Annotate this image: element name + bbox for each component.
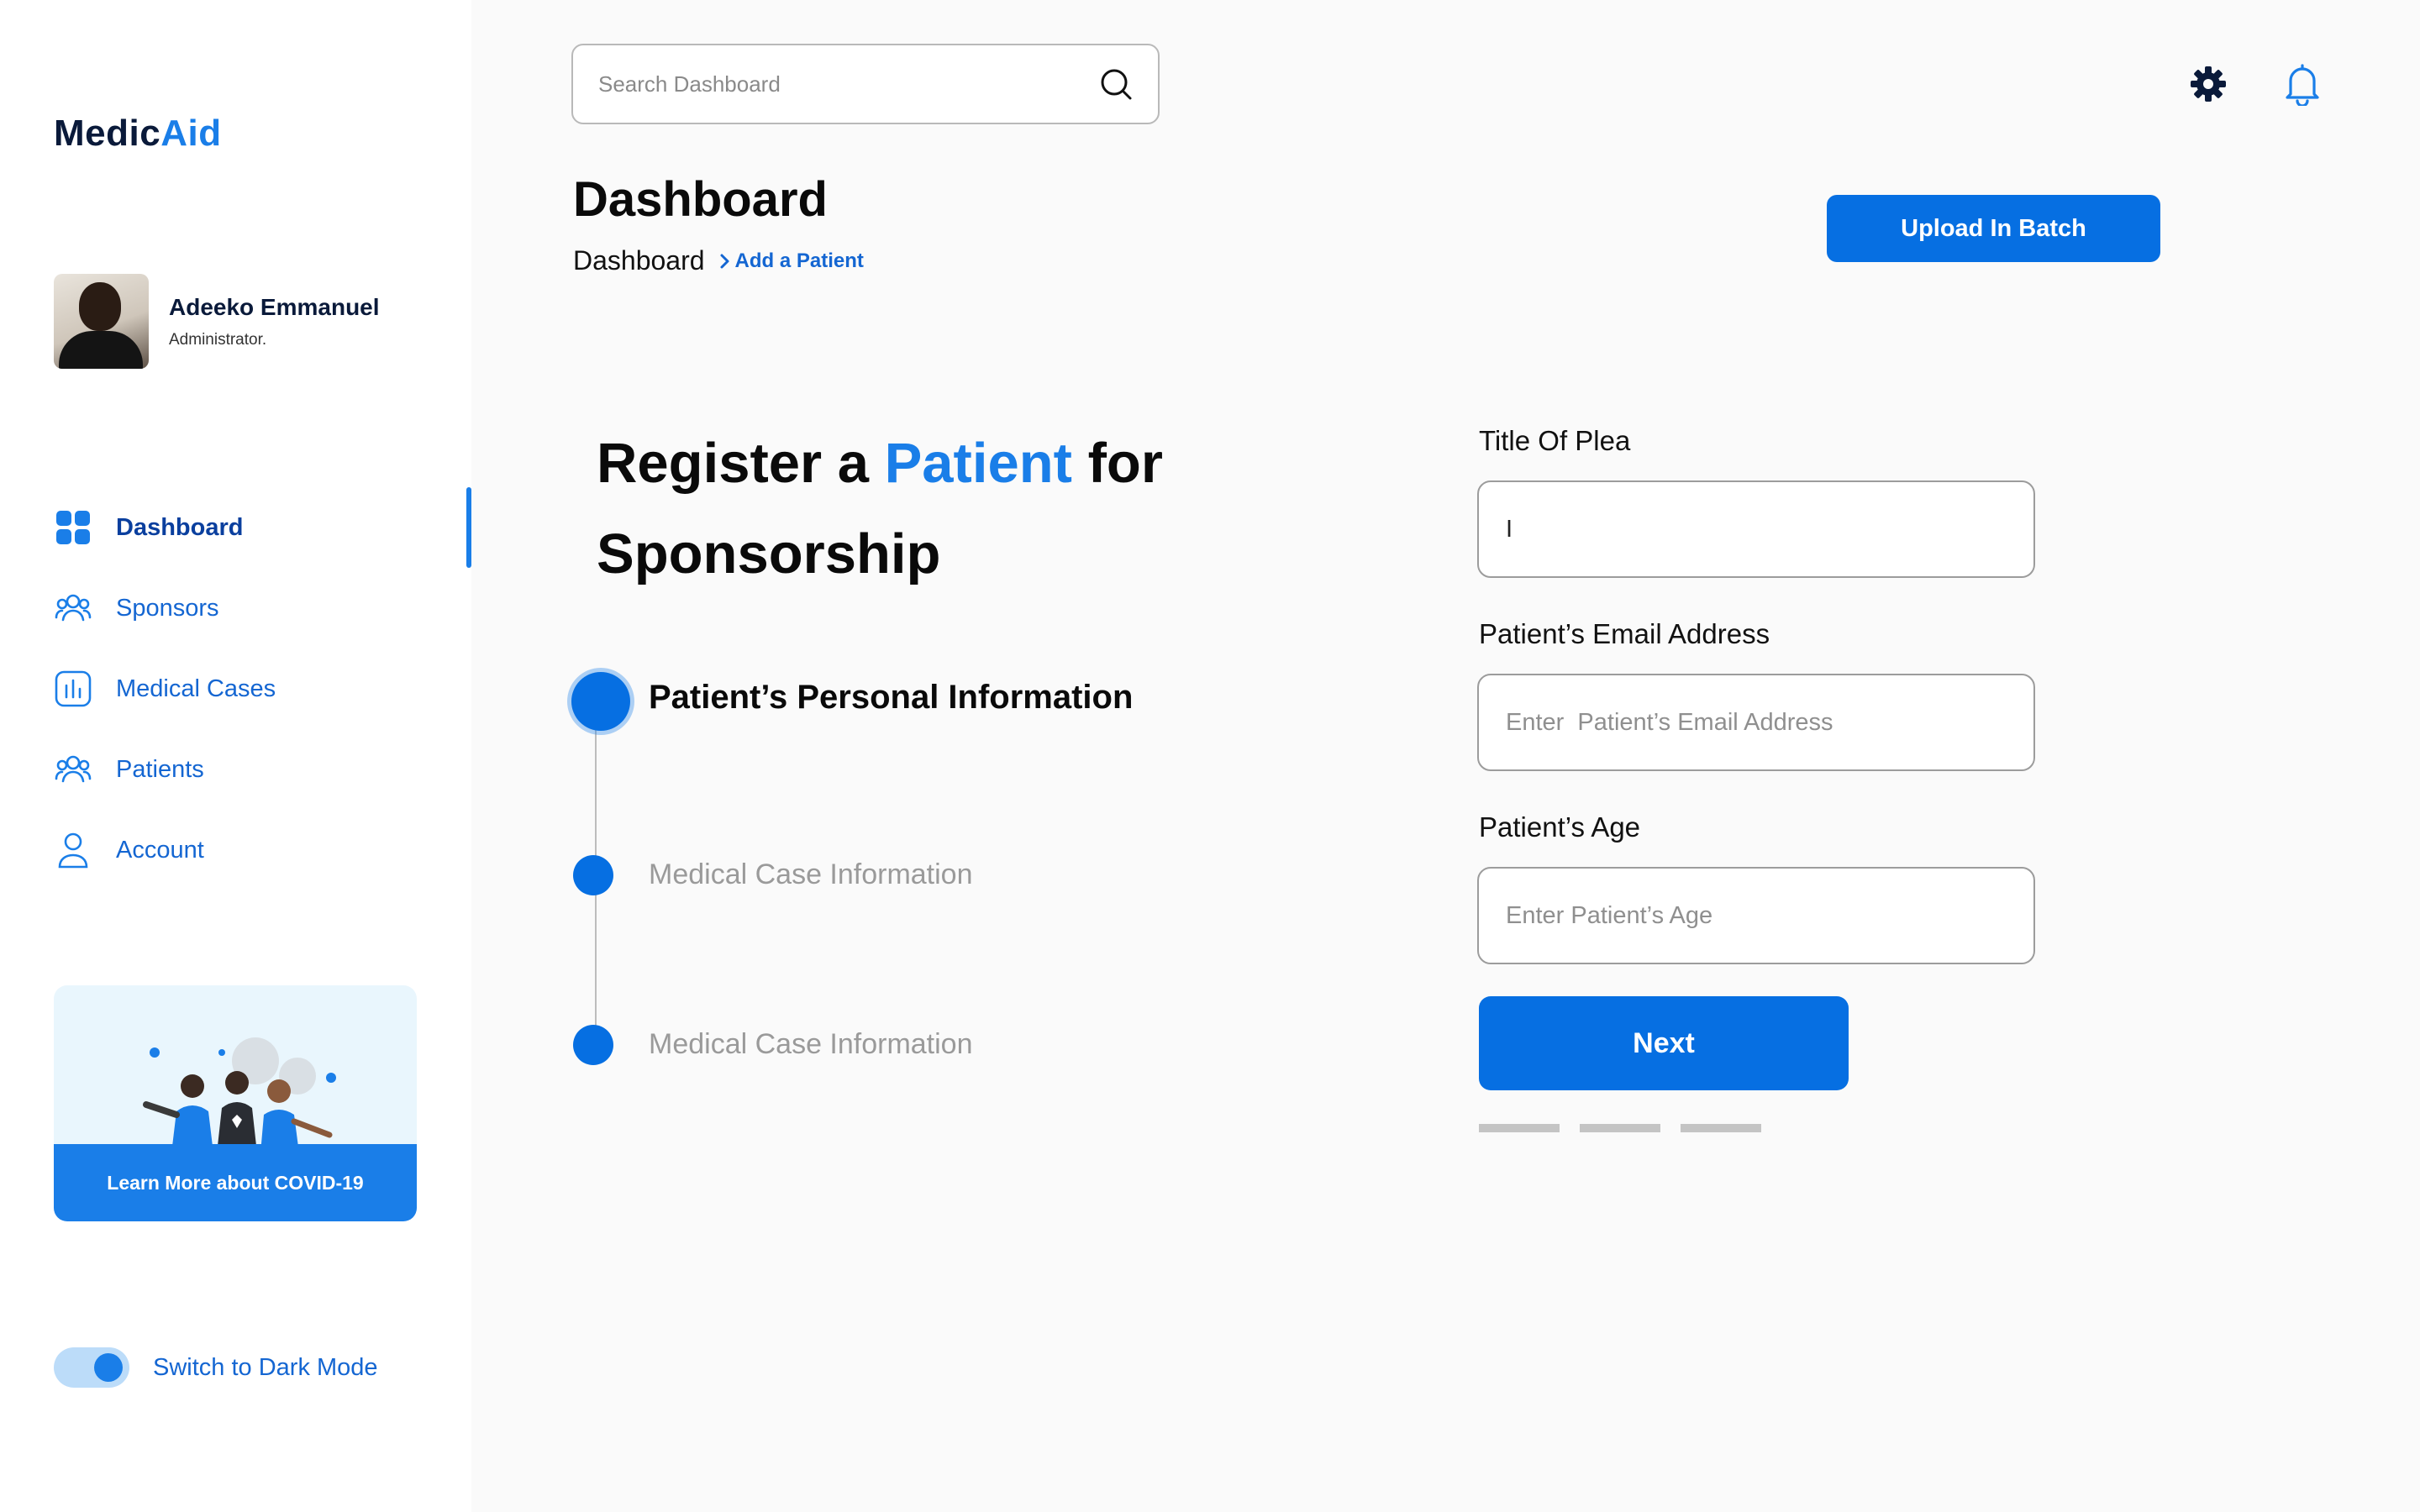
sidebar-item-patients[interactable]: Patients <box>54 729 471 810</box>
breadcrumb-root[interactable]: Dashboard <box>573 245 705 276</box>
bell-icon[interactable] <box>2282 62 2323 106</box>
register-heading: Register a Patient for Sponsorship <box>597 418 1202 600</box>
avatar <box>54 274 149 369</box>
sidebar-item-dashboard[interactable]: Dashboard <box>54 487 471 568</box>
title-of-plea-input[interactable] <box>1506 515 2007 543</box>
step-label-personal-info[interactable]: Patient’s Personal Information <box>649 679 1133 717</box>
healthcare-workers-illustration <box>143 1037 336 1153</box>
dark-mode-switch[interactable]: Switch to Dark Mode <box>54 1347 378 1388</box>
step-label-medical-case[interactable]: Medical Case Information <box>649 1028 973 1061</box>
page-title: Dashboard <box>573 172 828 227</box>
email-label: Patient’s Email Address <box>1479 618 1770 649</box>
logo-text-part2: Aid <box>160 113 222 154</box>
title-of-plea-label: Title Of Plea <box>1479 425 1631 456</box>
toggle-knob <box>94 1353 123 1382</box>
users-icon <box>54 750 92 789</box>
breadcrumb: Dashboard Add a Patient <box>573 245 864 276</box>
upload-in-batch-button[interactable]: Upload In Batch <box>1827 195 2160 262</box>
sidebar-item-label: Medical Cases <box>116 675 276 702</box>
form-progress-dash <box>1580 1124 1660 1132</box>
chart-icon <box>54 669 92 708</box>
sidebar-item-account[interactable]: Account <box>54 810 471 890</box>
gear-icon[interactable] <box>2190 66 2227 102</box>
user-profile[interactable]: Adeeko Emmanuel Administrator. <box>54 274 380 369</box>
form-progress-dash <box>1479 1124 1560 1132</box>
chevron-right-icon <box>720 254 729 268</box>
covid-info-card: Learn More about COVID-19 <box>54 985 417 1221</box>
dark-mode-label: Switch to Dark Mode <box>153 1353 378 1381</box>
sidebar-nav: Dashboard Sponsors Medical Cases Patient… <box>54 487 471 890</box>
profile-text: Adeeko Emmanuel Administrator. <box>169 294 380 349</box>
sidebar-item-medical-cases[interactable]: Medical Cases <box>54 648 471 729</box>
user-icon <box>54 831 92 869</box>
sidebar-item-label: Account <box>116 836 204 864</box>
breadcrumb-current[interactable]: Add a Patient <box>735 249 864 273</box>
search-input[interactable] <box>598 71 1099 97</box>
profile-role: Administrator. <box>169 330 267 349</box>
step-indicator-active[interactable] <box>571 672 630 731</box>
search-bar[interactable] <box>571 44 1160 124</box>
age-field[interactable] <box>1477 867 2035 964</box>
sidebar-item-label: Dashboard <box>116 513 244 541</box>
age-input[interactable] <box>1506 901 2007 930</box>
step-indicator[interactable] <box>573 1025 613 1065</box>
title-of-plea-field[interactable] <box>1477 480 2035 578</box>
app-logo[interactable]: MedicAid <box>54 113 222 155</box>
sidebar: MedicAid Adeeko Emmanuel Administrator. … <box>0 0 471 1512</box>
search-icon[interactable] <box>1099 67 1133 101</box>
step-label-medical-case[interactable]: Medical Case Information <box>649 858 973 891</box>
users-icon <box>54 589 92 627</box>
profile-name: Adeeko Emmanuel <box>169 293 380 320</box>
step-indicator[interactable] <box>573 855 613 895</box>
sidebar-item-label: Sponsors <box>116 594 219 622</box>
heading-text: Register a <box>597 432 885 495</box>
grid-icon <box>54 508 92 547</box>
email-input[interactable] <box>1506 708 2007 737</box>
logo-text-part1: Medic <box>54 113 161 154</box>
next-button[interactable]: Next <box>1479 996 1849 1090</box>
email-field[interactable] <box>1477 674 2035 771</box>
heading-highlight: Patient <box>884 432 1072 495</box>
age-label: Patient’s Age <box>1479 811 1641 843</box>
dark-mode-toggle[interactable] <box>54 1347 129 1388</box>
learn-more-covid-button[interactable]: Learn More about COVID-19 <box>54 1144 417 1221</box>
form-progress-dash <box>1681 1124 1761 1132</box>
sidebar-item-sponsors[interactable]: Sponsors <box>54 568 471 648</box>
sidebar-item-label: Patients <box>116 755 204 783</box>
